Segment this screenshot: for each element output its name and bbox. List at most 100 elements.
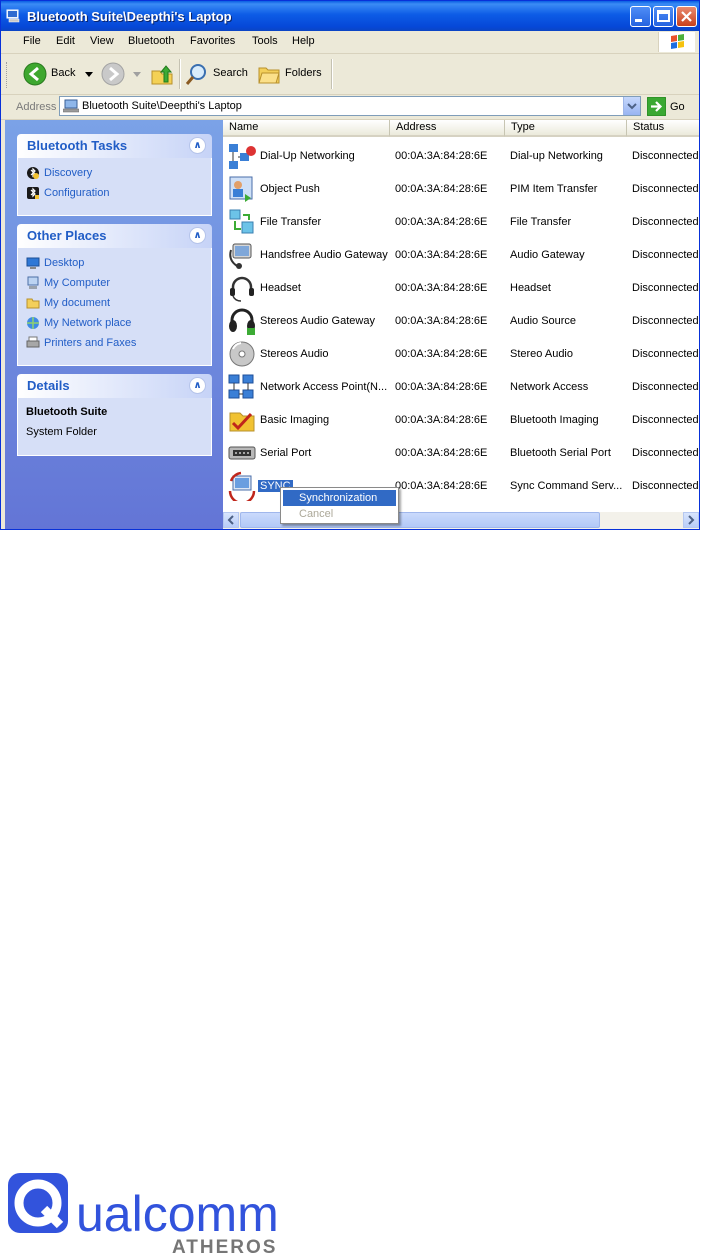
forward-button[interactable] [101,60,145,88]
service-list[interactable]: Name Address Type Status Dial-Up Network… [223,120,699,529]
cell-status: Disconnected [632,216,699,228]
computer-icon [27,276,39,289]
place-my-document[interactable]: My document [26,294,211,314]
column-header-address[interactable]: Address [390,120,505,137]
cell-address: 00:0A:3A:84:28:6E [395,216,488,228]
basic-imaging-icon [229,412,255,432]
place-label: My Computer [44,277,111,289]
up-folder-icon[interactable] [150,62,174,86]
address-input[interactable]: Bluetooth Suite\Deepthi's Laptop [59,96,641,116]
bluetooth-tasks-panel: Bluetooth Tasks ∧ Discovery Configuratio… [17,134,212,216]
table-row[interactable]: Basic Imaging 00:0A:3A:84:28:6E Bluetoot… [223,404,699,437]
windows-logo [658,32,695,52]
address-value: Bluetooth Suite\Deepthi's Laptop [82,100,242,112]
scroll-left-button[interactable] [223,512,239,528]
cell-type: Dial-up Networking [510,150,603,162]
cell-name: Headset [260,282,301,294]
cell-name: Stereos Audio [260,348,329,360]
qualcomm-atheros-logo: ualcomm ATHEROS [8,1173,279,1255]
title-bar[interactable]: Bluetooth Suite\Deepthi's Laptop [1,1,699,31]
other-places-header[interactable]: Other Places ∧ [17,224,212,248]
cell-address: 00:0A:3A:84:28:6E [395,348,488,360]
go-arrow-icon [646,96,667,117]
cell-name: Dial-Up Networking [260,150,355,162]
explorer-window: Bluetooth Suite\Deepthi's Laptop File Ed… [0,0,700,530]
close-button[interactable] [676,6,697,27]
table-row[interactable]: Network Access Point(N... 00:0A:3A:84:28… [223,371,699,404]
search-button[interactable]: Search [185,60,251,88]
context-menu: Synchronization Cancel [280,487,399,524]
menu-edit[interactable]: Edit [56,35,75,47]
table-row[interactable]: File Transfer 00:0A:3A:84:28:6E File Tra… [223,206,699,239]
task-label: Discovery [44,167,93,179]
cell-status: Disconnected [632,282,699,294]
table-row[interactable]: Headset 00:0A:3A:84:28:6E Headset Discon… [223,272,699,305]
table-row[interactable]: Stereos Audio Gateway 00:0A:3A:84:28:6E … [223,305,699,338]
back-dropdown-icon[interactable] [85,72,93,78]
printer-icon [26,336,40,348]
back-button[interactable]: Back [23,60,95,88]
maximize-button[interactable] [653,6,674,27]
table-row[interactable]: Object Push 00:0A:3A:84:28:6E PIM Item T… [223,173,699,206]
cell-name: Handsfree Audio Gateway [260,249,388,261]
window-title: Bluetooth Suite\Deepthi's Laptop [27,9,232,24]
cell-status: Disconnected [632,381,699,393]
details-header[interactable]: Details ∧ [17,374,212,398]
menu-help[interactable]: Help [292,35,315,47]
cell-status: Disconnected [632,480,699,492]
folders-button[interactable]: Folders [257,60,327,88]
serial-port-icon [228,446,256,460]
place-label: My Network place [44,317,132,329]
table-row[interactable]: Dial-Up Networking 00:0A:3A:84:28:6E Dia… [223,140,699,173]
place-my-network[interactable]: My Network place [26,314,211,334]
task-discovery[interactable]: Discovery [26,164,211,184]
forward-arrow-icon [101,62,125,86]
panel-title: Bluetooth Tasks [27,138,128,153]
place-desktop[interactable]: Desktop [26,254,211,274]
menu-bluetooth[interactable]: Bluetooth [128,35,174,47]
go-label: Go [670,101,685,113]
column-header-name[interactable]: Name [223,120,390,137]
menu-favorites[interactable]: Favorites [190,35,235,47]
logo-subtext: ATHEROS [172,1237,277,1255]
search-icon [185,64,206,85]
bluetooth-tasks-header[interactable]: Bluetooth Tasks ∧ [17,134,212,158]
menu-tools[interactable]: Tools [252,35,278,47]
back-label: Back [51,67,76,79]
address-label: Address [16,101,57,113]
object-push-icon [229,176,253,202]
table-row[interactable]: Serial Port 00:0A:3A:84:28:6E Bluetooth … [223,437,699,470]
column-header-status[interactable]: Status [627,120,699,137]
menu-file[interactable]: File [23,35,41,47]
collapse-icon[interactable]: ∧ [189,377,206,394]
bluetooth-discovery-icon [27,167,39,179]
go-button[interactable]: Go [646,96,691,117]
menu-item-synchronization[interactable]: Synchronization [283,490,396,506]
table-row[interactable]: Stereos Audio 00:0A:3A:84:28:6E Stereo A… [223,338,699,371]
cell-name: Network Access Point(N... [260,381,388,393]
cell-name: Serial Port [260,447,312,459]
scroll-right-button[interactable] [683,512,699,528]
cell-address: 00:0A:3A:84:28:6E [395,447,488,459]
table-row[interactable]: Handsfree Audio Gateway 00:0A:3A:84:28:6… [223,239,699,272]
menu-view[interactable]: View [90,35,114,47]
cell-type: Audio Gateway [510,249,585,261]
cell-type: Audio Source [510,315,577,327]
chevron-down-icon [627,103,637,110]
place-printers[interactable]: Printers and Faxes [26,334,211,354]
qualcomm-q-mark [8,1173,68,1233]
forward-dropdown-icon [133,72,141,77]
address-dropdown-button[interactable] [623,97,640,115]
cell-name: Stereos Audio Gateway [260,315,375,327]
place-my-computer[interactable]: My Computer [26,274,211,294]
task-configuration[interactable]: Configuration [26,184,211,204]
task-pane: Bluetooth Tasks ∧ Discovery Configuratio… [5,120,223,529]
search-label: Search [213,67,248,79]
headset-icon [230,276,254,302]
collapse-icon[interactable]: ∧ [189,227,206,244]
minimize-button[interactable] [630,6,651,27]
column-header-type[interactable]: Type [505,120,627,137]
cell-name: File Transfer [260,216,322,228]
collapse-icon[interactable]: ∧ [189,137,206,154]
file-transfer-icon [229,209,254,234]
